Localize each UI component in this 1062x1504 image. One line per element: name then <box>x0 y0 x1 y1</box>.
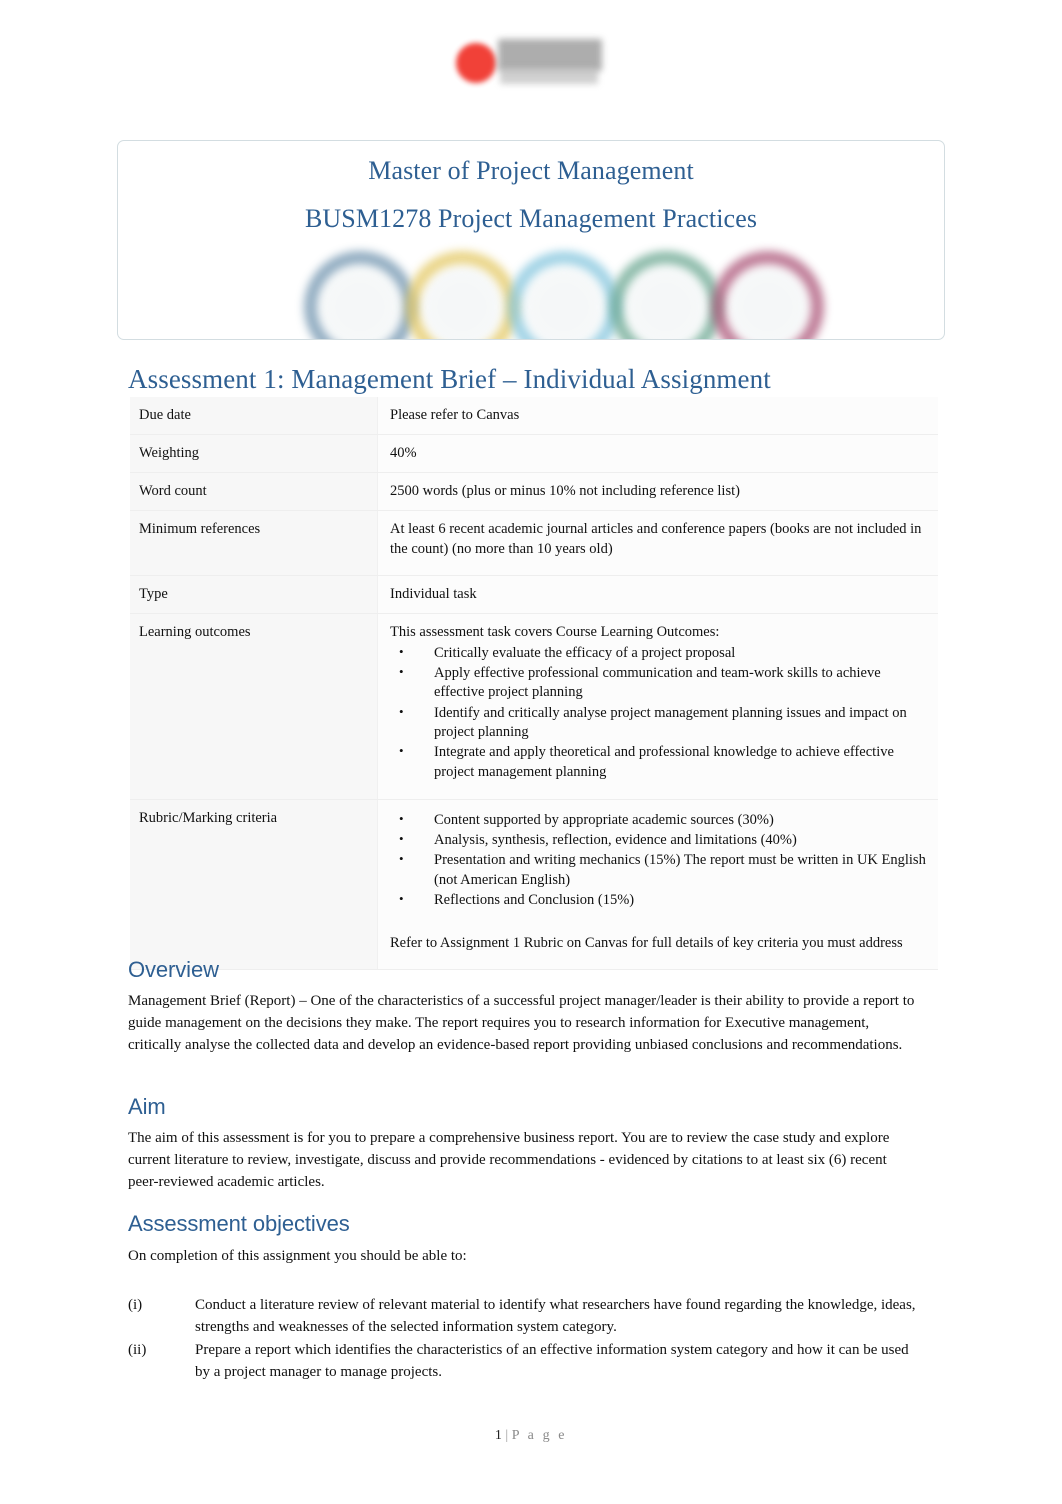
learning-outcomes-intro: This assessment task covers Course Learn… <box>390 623 720 640</box>
page-footer: 1 | P a g e <box>0 1428 1062 1444</box>
footer-page-label: P a g e <box>511 1428 568 1443</box>
table-row: Weighting 40% <box>130 434 938 474</box>
table-row: Due date Please refer to Canvas <box>130 397 938 436</box>
row-value: At least 6 recent academic journal artic… <box>377 510 938 576</box>
row-label: Rubric/Marking criteria <box>130 799 378 971</box>
table-row-rubric: Rubric/Marking criteria Content supporte… <box>130 799 938 971</box>
list-item: Analysis, synthesis, reflection, evidenc… <box>390 830 932 850</box>
objectives-intro: On completion of this assignment you sho… <box>128 1248 467 1264</box>
ring-blue-grey-icon <box>304 251 416 339</box>
overview-heading: Overview <box>128 957 219 982</box>
course-banner: Master of Project Management BUSM1278 Pr… <box>117 140 945 340</box>
row-label: Due date <box>130 397 378 436</box>
list-item-marker: (ii) <box>128 1341 147 1358</box>
objectives-list: (i) Conduct a literature review of relev… <box>128 1294 918 1384</box>
list-item: Critically evaluate the efficacy of a pr… <box>390 643 932 663</box>
row-label: Learning outcomes <box>130 613 378 800</box>
banner-program-title: Master of Project Management <box>368 156 694 185</box>
list-item: Apply effective professional communicati… <box>390 663 932 703</box>
list-item: Integrate and apply theoretical and prof… <box>390 742 932 782</box>
list-item: Content supported by appropriate academi… <box>390 810 932 830</box>
section-overview: Overview Management Brief (Report) – One… <box>128 957 918 1056</box>
aim-heading: Aim <box>128 1094 166 1119</box>
footer-page-number: 1 <box>494 1428 502 1443</box>
ring-green-icon <box>610 251 722 339</box>
assessment-details-table: Due date Please refer to Canvas Weightin… <box>130 397 938 971</box>
list-item-text: Prepare a report which identifies the ch… <box>195 1341 909 1381</box>
objectives-heading: Assessment objectives <box>128 1211 350 1236</box>
row-value: Please refer to Canvas <box>377 397 938 436</box>
aim-paragraph: The aim of this assessment is for you to… <box>128 1130 890 1190</box>
rubric-list: Content supported by appropriate academi… <box>390 810 932 910</box>
banner-rings-graphic <box>118 219 944 339</box>
row-label: Minimum references <box>130 510 378 576</box>
rmit-logo-name: RMIT University <box>453 34 460 35</box>
list-item-marker: (i) <box>128 1296 143 1313</box>
list-item: Reflections and Conclusion (15%) <box>390 890 932 910</box>
list-item: (ii) Prepare a report which identifies t… <box>128 1339 918 1384</box>
ring-magenta-icon <box>712 251 824 339</box>
document-page: RMIT University Master of Project Manage… <box>0 0 1062 1504</box>
list-item: (i) Conduct a literature review of relev… <box>128 1294 918 1339</box>
ring-gold-icon <box>406 251 518 339</box>
table-row: Type Individual task <box>130 575 938 614</box>
table-row: Minimum references At least 6 recent aca… <box>130 510 938 576</box>
row-label: Type <box>130 575 378 614</box>
learning-outcomes-list: Critically evaluate the efficacy of a pr… <box>390 643 932 782</box>
ring-light-blue-icon <box>508 251 620 339</box>
list-item: Presentation and writing mechanics (15%)… <box>390 850 932 890</box>
row-label: Word count <box>130 472 378 512</box>
row-label: Weighting <box>130 434 378 474</box>
overview-paragraph: Management Brief (Report) – One of the c… <box>128 993 915 1053</box>
footer-separator: | <box>505 1428 509 1443</box>
table-row-learning-outcomes: Learning outcomes This assessment task c… <box>130 613 938 800</box>
rmit-logo-dot-icon <box>456 43 496 83</box>
row-value: 2500 words (plus or minus 10% not includ… <box>377 472 938 512</box>
row-value: 40% <box>377 434 938 474</box>
list-item: Identify and critically analyse project … <box>390 703 932 743</box>
rmit-logo-wordmark <box>498 39 602 71</box>
row-value: Content supported by appropriate academi… <box>377 799 938 971</box>
section-aim: Aim The aim of this assessment is for yo… <box>128 1094 918 1193</box>
row-value: This assessment task covers Course Learn… <box>377 613 938 800</box>
section-assessment-objectives: Assessment objectives On completion of t… <box>128 1211 918 1384</box>
row-value: Individual task <box>377 575 938 614</box>
list-item-text: Conduct a literature review of relevant … <box>195 1296 916 1336</box>
rmit-logo: RMIT University <box>453 34 613 102</box>
rmit-logo-subtext <box>500 68 598 84</box>
page-title: Assessment 1: Management Brief – Individ… <box>128 364 771 394</box>
rubric-note: Refer to Assignment 1 Rubric on Canvas f… <box>390 935 903 952</box>
table-row: Word count 2500 words (plus or minus 10%… <box>130 472 938 512</box>
